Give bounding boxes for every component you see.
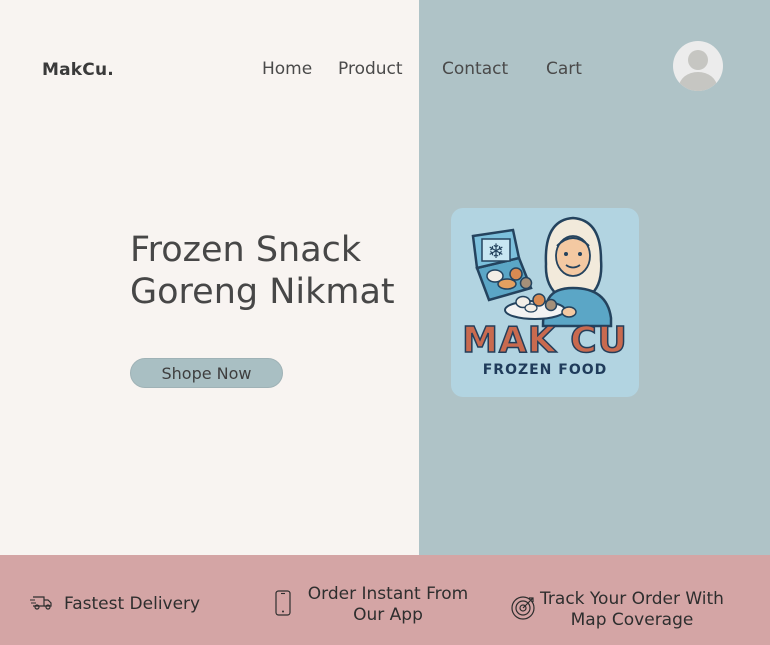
feature-label-line2: Map Coverage — [570, 610, 694, 630]
hero-title-line2: Goreng Nikmat — [130, 272, 395, 312]
feature-label: Track Your Order With Map Coverage — [540, 589, 724, 631]
brand-logo[interactable]: MakCu. — [42, 60, 114, 80]
feature-order-app: Order Instant From Our App — [272, 584, 478, 626]
user-avatar[interactable] — [673, 41, 723, 91]
avatar-body-shape — [679, 72, 717, 91]
nav-home[interactable]: Home — [262, 59, 312, 79]
hero-title-line1: Frozen Snack — [130, 230, 362, 270]
feature-track-order: Track Your Order With Map Coverage — [510, 589, 724, 631]
smartphone-icon — [272, 589, 294, 621]
svg-text:❄: ❄ — [488, 239, 505, 263]
nav-product[interactable]: Product — [338, 59, 403, 79]
feature-label-line1: Track Your Order With — [540, 589, 724, 609]
radar-target-icon — [510, 595, 536, 626]
feature-fastest-delivery: Fastest Delivery — [30, 592, 200, 617]
avatar-head-shape — [688, 50, 708, 70]
nav-cart[interactable]: Cart — [546, 59, 582, 79]
makcu-logo-image: ❄ MAK CU FROZEN FOOD — [451, 208, 639, 397]
shop-now-button[interactable]: Shope Now — [130, 358, 283, 388]
delivery-truck-icon — [30, 592, 54, 617]
feature-label-line1: Order Instant From — [307, 584, 469, 604]
logo-subtitle: FROZEN FOOD — [482, 362, 608, 378]
logo-wordmark: MAK CU — [461, 319, 628, 362]
feature-label-line2: Our App — [353, 605, 423, 625]
feature-label: Order Instant From Our App — [298, 584, 478, 626]
nav-contact[interactable]: Contact — [442, 59, 508, 79]
hero-title: Frozen Snack Goreng Nikmat — [130, 229, 395, 313]
feature-label: Fastest Delivery — [64, 594, 201, 614]
